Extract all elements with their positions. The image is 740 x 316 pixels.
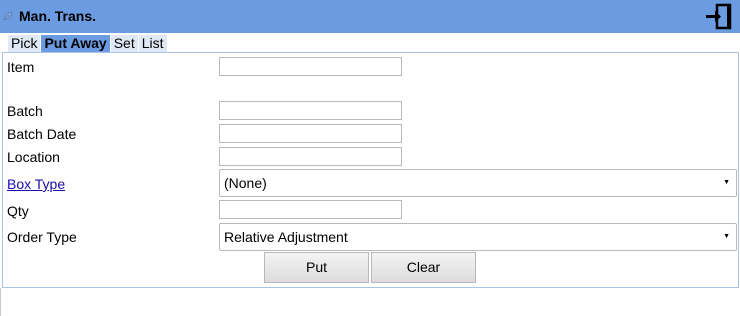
qty-input[interactable] bbox=[219, 200, 402, 219]
tab-pick[interactable]: Pick bbox=[8, 35, 41, 52]
tab-put-away[interactable]: Put Away bbox=[41, 35, 110, 52]
batch-date-input[interactable] bbox=[219, 124, 402, 143]
divider bbox=[0, 288, 1, 316]
order-type-select[interactable]: Relative Adjustment ▼ bbox=[219, 223, 737, 251]
page-title: Man. Trans. bbox=[19, 8, 97, 24]
title-bar: Man. Trans. bbox=[0, 0, 740, 33]
location-input[interactable] bbox=[219, 147, 402, 166]
batch-label: Batch bbox=[7, 103, 43, 119]
qty-label: Qty bbox=[7, 203, 29, 219]
item-input[interactable] bbox=[219, 57, 402, 76]
order-type-label: Order Type bbox=[7, 229, 77, 245]
order-type-selected-value: Relative Adjustment bbox=[224, 229, 348, 245]
leaf-icon bbox=[3, 11, 13, 21]
box-type-link[interactable]: Box Type bbox=[7, 176, 65, 192]
put-away-form: Item Batch Batch Date Location Box Type … bbox=[2, 52, 739, 288]
location-label: Location bbox=[7, 149, 60, 165]
clear-button[interactable]: Clear bbox=[371, 252, 476, 283]
tab-strip: Pick Put Away Set List bbox=[8, 35, 168, 52]
exit-door-icon[interactable] bbox=[704, 3, 734, 30]
batch-date-label: Batch Date bbox=[7, 126, 77, 142]
box-type-selected-value: (None) bbox=[224, 175, 267, 191]
tab-list[interactable]: List bbox=[138, 35, 167, 52]
batch-input[interactable] bbox=[219, 101, 402, 120]
dropdown-arrow-icon: ▼ bbox=[723, 233, 730, 240]
box-type-select[interactable]: (None) ▼ bbox=[219, 169, 737, 197]
put-button[interactable]: Put bbox=[264, 252, 369, 283]
dropdown-arrow-icon: ▼ bbox=[723, 179, 730, 186]
tab-set[interactable]: Set bbox=[110, 35, 138, 52]
item-label: Item bbox=[7, 59, 35, 75]
